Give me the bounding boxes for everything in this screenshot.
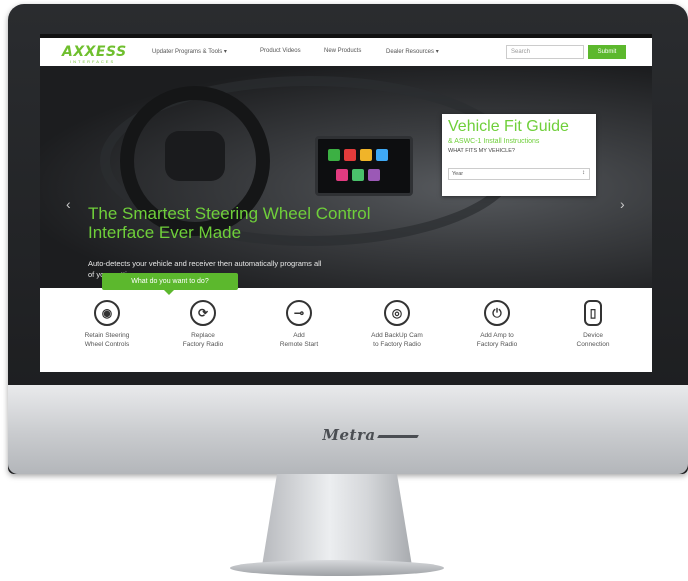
key-icon: ⊸	[286, 300, 312, 326]
monitor-stand	[262, 474, 412, 566]
feature-label: Add Remote Start	[279, 332, 319, 348]
select-caret-icon: ↕	[582, 170, 585, 176]
logo-subtext: INTERFACES	[70, 59, 116, 64]
metra-logo: Metra	[310, 426, 430, 444]
logo-swoosh	[376, 434, 419, 438]
fit-guide-subtitle[interactable]: & ASWC-1 Install Instructions	[448, 138, 539, 145]
wheel-hub-graphic	[165, 131, 225, 181]
nav-updater-programs[interactable]: Updater Programs & Tools ▾	[152, 48, 227, 55]
hero-title: The Smartest Steering Wheel Control Inte…	[88, 204, 371, 242]
feature-item[interactable]: ⟳ Replace Factory Radio	[158, 300, 248, 349]
feature-label: Retain Steering Wheel Controls	[84, 332, 130, 348]
app-icon	[336, 169, 348, 181]
monitor-stand-base	[230, 560, 444, 576]
phone-icon: ▯	[584, 300, 602, 326]
eye-icon: ◎	[384, 300, 410, 326]
head-unit-graphic	[315, 136, 413, 196]
app-icon	[344, 149, 356, 161]
fit-guide-title: Vehicle Fit Guide	[448, 118, 569, 135]
app-icon	[360, 149, 372, 161]
app-icon	[328, 149, 340, 161]
feature-item[interactable]: ◎ Add BackUp Cam to Factory Radio	[352, 300, 442, 349]
replace-icon: ⟳	[190, 300, 216, 326]
power-icon: ⏻	[484, 300, 510, 326]
hero-slider: ‹ › The Smartest Steering Wheel Control …	[40, 66, 652, 288]
year-select[interactable]: Year ↕	[448, 168, 590, 180]
metra-logo-text: Metra	[322, 426, 376, 444]
feature-label: Replace Factory Radio	[182, 332, 224, 348]
submit-button[interactable]: Submit	[588, 45, 626, 59]
search-input[interactable]: Search	[506, 45, 584, 59]
app-icon	[368, 169, 380, 181]
feature-row: ◉ Retain Steering Wheel Controls ⟳ Replace …	[40, 288, 652, 372]
next-arrow-icon[interactable]: ›	[620, 196, 625, 212]
feature-label: Device Connection	[576, 332, 610, 348]
site-navigation: AXXESS INTERFACES Updater Programs & Too…	[40, 38, 652, 66]
app-icon	[376, 149, 388, 161]
vehicle-fit-guide: Vehicle Fit Guide & ASWC-1 Install Instr…	[442, 114, 596, 196]
feature-item[interactable]: ⊸ Add Remote Start	[254, 300, 344, 349]
feature-item[interactable]: ▯ Device Connection	[548, 300, 638, 349]
feature-item[interactable]: ◉ Retain Steering Wheel Controls	[62, 300, 152, 349]
year-select-label: Year	[452, 171, 464, 177]
feature-label: Add BackUp Cam to Factory Radio	[371, 332, 423, 348]
prev-arrow-icon[interactable]: ‹	[66, 196, 71, 212]
feature-item[interactable]: ⏻ Add Amp to Factory Radio	[452, 300, 542, 349]
app-icon	[352, 169, 364, 181]
axxess-logo[interactable]: AXXESS	[62, 44, 127, 60]
steering-wheel-icon: ◉	[94, 300, 120, 326]
nav-dealer-resources[interactable]: Dealer Resources ▾	[386, 48, 439, 55]
feature-label: Add Amp to Factory Radio	[476, 332, 518, 348]
what-do-you-want-tab[interactable]: What do you want to do?	[102, 273, 238, 295]
fit-guide-question: WHAT FITS MY VEHICLE?	[448, 148, 515, 154]
nav-new-products[interactable]: New Products	[324, 48, 361, 54]
browser-screen: AXXESS INTERFACES Updater Programs & Too…	[40, 34, 652, 372]
nav-product-videos[interactable]: Product Videos	[260, 48, 301, 54]
